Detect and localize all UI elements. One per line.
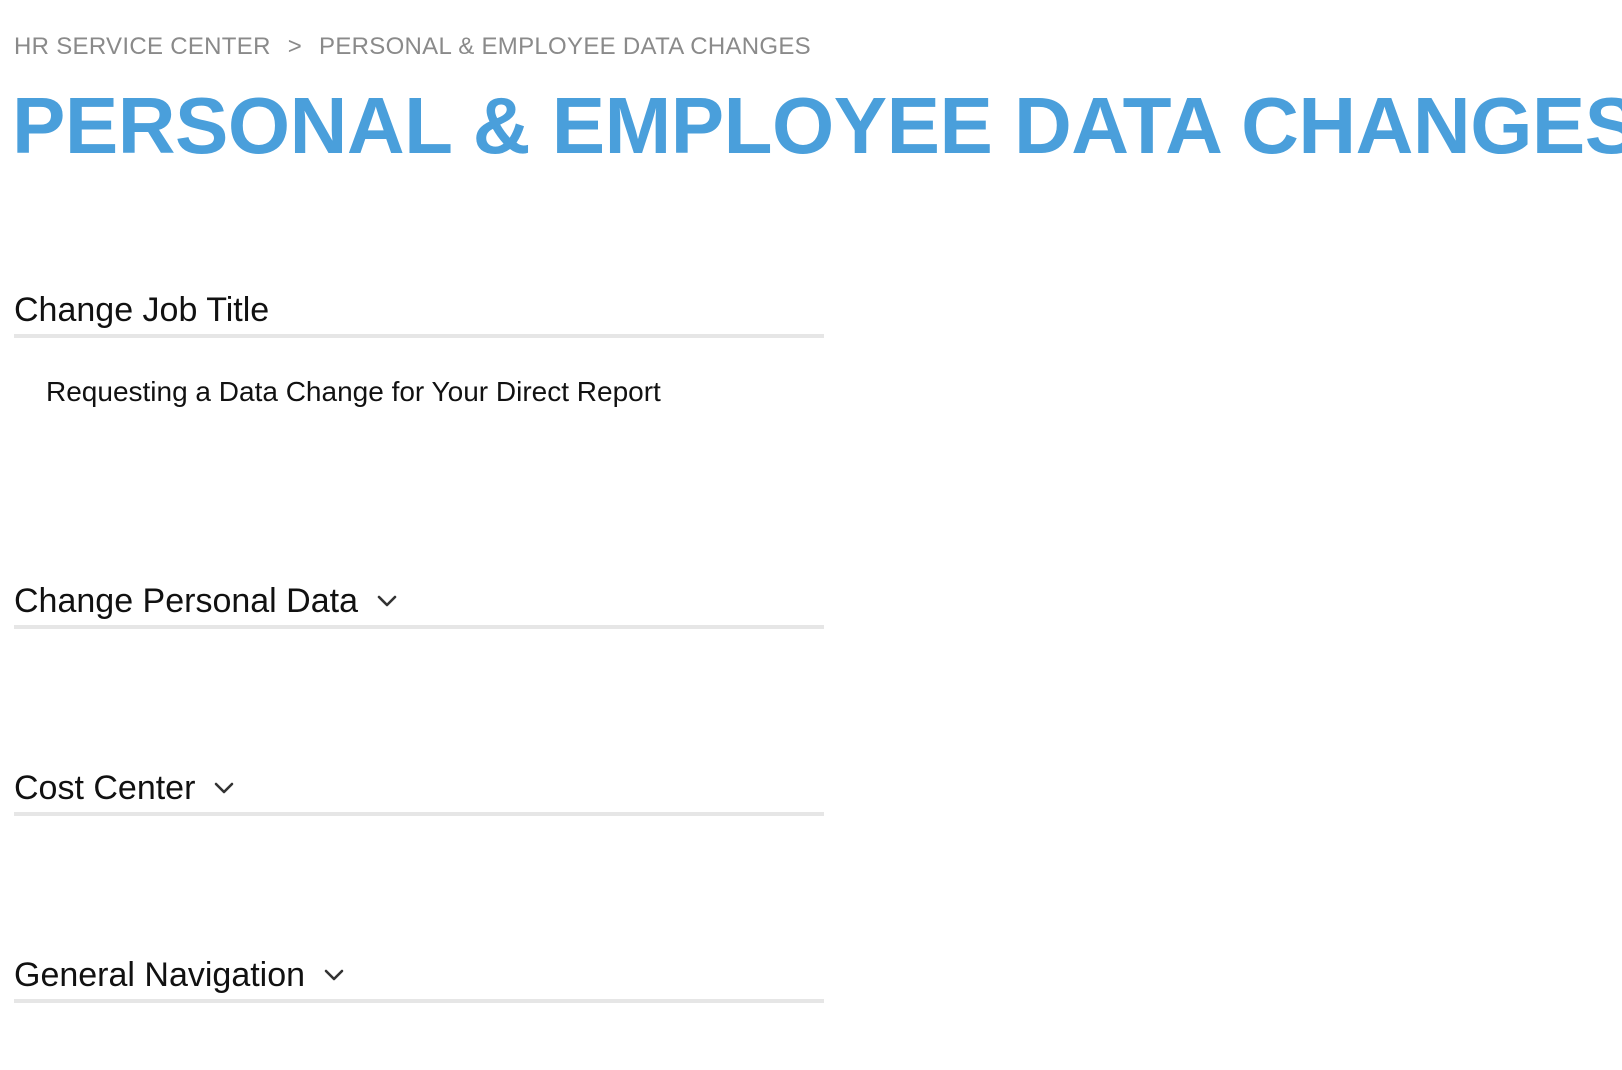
chevron-down-icon[interactable]	[323, 964, 345, 986]
section-change-job-title: Change Job Title Requesting a Data Chang…	[14, 286, 824, 408]
chevron-down-icon[interactable]	[213, 777, 235, 799]
section-header-general-navigation[interactable]: General Navigation	[14, 951, 824, 1003]
section-cost-center: Cost Center	[14, 764, 824, 816]
breadcrumb: HR SERVICE CENTER > PERSONAL & EMPLOYEE …	[14, 33, 811, 61]
page-title: PERSONAL & EMPLOYEE DATA CHANGES	[12, 81, 1622, 170]
section-general-navigation: General Navigation	[14, 951, 824, 1003]
section-title: Change Job Title	[14, 290, 270, 329]
section-title: Cost Center	[14, 768, 196, 807]
chevron-down-icon[interactable]	[376, 590, 398, 612]
breadcrumb-hr-service-center[interactable]: HR SERVICE CENTER	[14, 33, 271, 61]
section-change-personal-data: Change Personal Data	[14, 577, 824, 629]
breadcrumb-current: PERSONAL & EMPLOYEE DATA CHANGES	[319, 33, 811, 60]
link-requesting-data-change-direct-report[interactable]: Requesting a Data Change for Your Direct…	[46, 376, 824, 408]
section-header-change-personal-data[interactable]: Change Personal Data	[14, 577, 824, 629]
section-title: General Navigation	[14, 955, 306, 994]
section-header-cost-center[interactable]: Cost Center	[14, 764, 824, 816]
breadcrumb-separator: >	[287, 33, 303, 60]
section-header-change-job-title[interactable]: Change Job Title	[14, 286, 824, 338]
section-title: Change Personal Data	[14, 581, 359, 620]
